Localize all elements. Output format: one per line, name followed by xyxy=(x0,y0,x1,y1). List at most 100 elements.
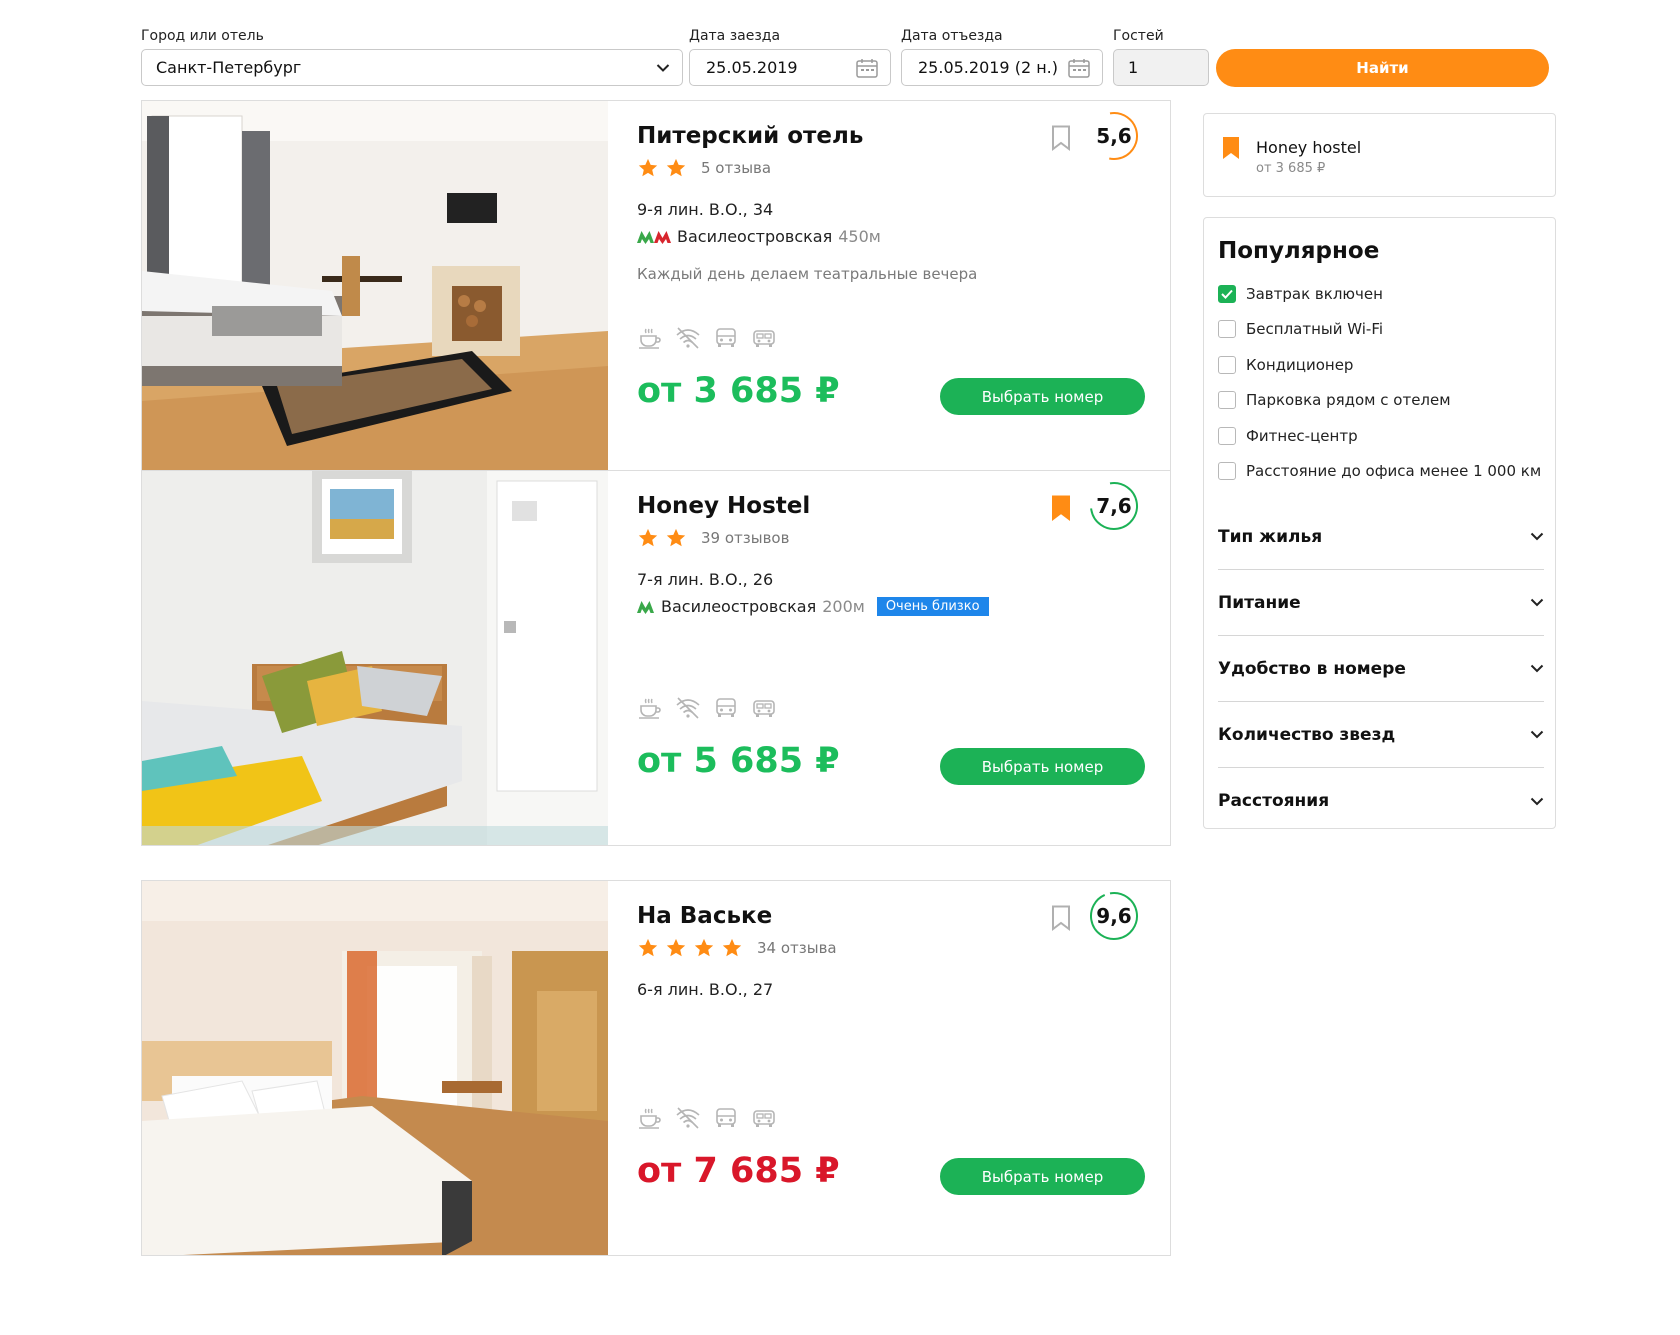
filter-option-label: Бесплатный Wi-Fi xyxy=(1246,320,1384,339)
no-wifi-icon xyxy=(676,697,700,719)
hotel-card[interactable]: Питерский отель 5 отзыва 9-я лин. В.О., … xyxy=(141,100,1171,476)
bookmark-filled-icon[interactable] xyxy=(1051,495,1071,521)
filter-option-distance[interactable]: Расстояние до офиса менее 1 000 км xyxy=(1218,454,1541,490)
car-icon xyxy=(716,698,736,717)
filter-section-room-amenities[interactable]: Удобство в номере xyxy=(1218,636,1544,702)
choose-room-button[interactable]: Выбрать номер xyxy=(940,378,1145,415)
city-select[interactable]: Санкт-Петербург xyxy=(141,49,683,86)
checkbox-checked[interactable] xyxy=(1218,284,1236,303)
hotel-card[interactable]: Honey Hostel 39 отзывов 7-я лин. В.О., 2… xyxy=(141,470,1171,846)
amenities-list xyxy=(637,1105,789,1131)
guests-input[interactable]: 1 xyxy=(1113,49,1209,86)
filter-option-label: Фитнес-центр xyxy=(1246,426,1358,445)
rating-value: 7,6 xyxy=(1096,494,1132,518)
bus-icon xyxy=(753,1110,775,1127)
checkbox[interactable] xyxy=(1218,462,1236,481)
star-rating: 34 отзыва xyxy=(637,937,837,959)
filter-option-label: Парковка рядом с отелем xyxy=(1246,391,1451,410)
choose-room-button[interactable]: Выбрать номер xyxy=(940,748,1145,785)
bus-icon xyxy=(753,330,775,347)
chevron-down-icon xyxy=(656,63,670,72)
filter-option-label: Завтрак включен xyxy=(1246,284,1383,303)
calendar-icon xyxy=(856,58,878,78)
filter-option-breakfast[interactable]: Завтрак включен xyxy=(1218,276,1541,312)
filter-option-label: Кондиционер xyxy=(1246,355,1354,374)
reviews-count[interactable]: 39 отзывов xyxy=(701,529,789,547)
hotel-photo[interactable] xyxy=(142,101,608,475)
metro-distance: 200м xyxy=(822,597,865,616)
rating-value: 5,6 xyxy=(1096,124,1132,148)
metro-info: Василеостровская 200м Очень близко xyxy=(637,597,989,616)
filter-option-parking[interactable]: Парковка рядом с отелем xyxy=(1218,383,1541,419)
city-label: Город или отель xyxy=(141,28,264,44)
hotel-photo[interactable] xyxy=(142,471,608,845)
checkbox[interactable] xyxy=(1218,355,1236,374)
filter-option-ac[interactable]: Кондиционер xyxy=(1218,347,1541,383)
bus-icon xyxy=(753,700,775,717)
metro-icon xyxy=(637,599,655,615)
checkin-value: 25.05.2019 xyxy=(706,58,798,77)
find-button[interactable]: Найти xyxy=(1216,49,1549,87)
hotel-price: от 3 685 ₽ xyxy=(637,371,840,411)
hotel-info: Honey Hostel 39 отзывов 7-я лин. В.О., 2… xyxy=(608,471,1170,845)
coffee-icon xyxy=(639,1108,661,1129)
hotel-address: 6-я лин. В.О., 27 xyxy=(637,980,774,999)
filter-section-housing-type[interactable]: Тип жилья xyxy=(1218,504,1544,570)
rating-value: 9,6 xyxy=(1096,904,1132,928)
reviews-count[interactable]: 34 отзыва xyxy=(757,939,837,957)
hotel-name[interactable]: Honey Hostel xyxy=(637,493,810,519)
hotel-name[interactable]: Питерский отель xyxy=(637,123,863,149)
star-icon xyxy=(722,938,742,957)
filter-option-wifi[interactable]: Бесплатный Wi-Fi xyxy=(1218,312,1541,348)
favorites-panel[interactable]: Honey hostel от 3 685 ₽ xyxy=(1203,113,1556,197)
guests-label: Гостей xyxy=(1113,28,1164,44)
metro-icon xyxy=(637,229,671,245)
hotel-name[interactable]: На Ваське xyxy=(637,903,772,929)
star-rating: 39 отзывов xyxy=(637,527,789,549)
guests-value: 1 xyxy=(1128,58,1139,77)
checkbox[interactable] xyxy=(1218,391,1236,410)
bookmark-icon[interactable] xyxy=(1051,125,1071,151)
star-icon xyxy=(666,528,686,547)
car-icon xyxy=(716,1108,736,1127)
checkout-date-field[interactable]: 25.05.2019 (2 н.) xyxy=(901,49,1103,86)
checkin-label: Дата заезда xyxy=(689,28,781,44)
chevron-down-icon xyxy=(1530,730,1544,739)
distance-badge: Очень близко xyxy=(876,597,989,616)
filter-section-meals[interactable]: Питание xyxy=(1218,570,1544,636)
filter-option-label: Расстояние до офиса менее 1 000 км xyxy=(1246,462,1542,481)
amenities-list xyxy=(637,325,789,351)
chevron-down-icon xyxy=(1530,797,1544,805)
chevron-down-icon xyxy=(1530,598,1544,607)
star-icon xyxy=(638,528,658,547)
filter-section-label: Питание xyxy=(1218,592,1301,613)
hotel-photo[interactable] xyxy=(142,881,608,1255)
checkbox[interactable] xyxy=(1218,426,1236,445)
favorite-hotel-price: от 3 685 ₽ xyxy=(1256,161,1326,176)
checkin-date-field[interactable]: 25.05.2019 xyxy=(689,49,891,86)
filter-section-stars[interactable]: Количество звезд xyxy=(1218,702,1544,768)
search-bar: Город или отель Санкт-Петербург Дата зае… xyxy=(141,28,1549,88)
favorite-hotel-name[interactable]: Honey hostel xyxy=(1256,138,1361,157)
star-rating: 5 отзыва xyxy=(637,157,771,179)
star-icon xyxy=(666,158,686,177)
checkout-label: Дата отъезда xyxy=(901,28,1003,44)
filter-option-fitness[interactable]: Фитнес-центр xyxy=(1218,418,1541,454)
bookmark-icon[interactable] xyxy=(1051,905,1071,931)
car-icon xyxy=(716,328,736,347)
filter-section-distances[interactable]: Расстояния xyxy=(1218,768,1544,834)
star-icon xyxy=(638,158,658,177)
hotel-description: Каждый день делаем театральные вечера xyxy=(637,265,978,283)
hotel-card[interactable]: На Ваське 34 отзыва 6-я лин. В.О., 27 от… xyxy=(141,880,1171,1256)
filters-title: Популярное xyxy=(1218,238,1380,264)
amenities-list xyxy=(637,695,789,721)
choose-room-button[interactable]: Выбрать номер xyxy=(940,1158,1145,1195)
hotel-info: Питерский отель 5 отзыва 9-я лин. В.О., … xyxy=(608,101,1170,475)
chevron-down-icon xyxy=(1530,532,1544,541)
checkout-value: 25.05.2019 (2 н.) xyxy=(918,58,1058,77)
reviews-count[interactable]: 5 отзыва xyxy=(701,159,771,177)
checkbox[interactable] xyxy=(1218,320,1236,339)
hotel-address: 7-я лин. В.О., 26 xyxy=(637,570,774,589)
bookmark-filled-icon xyxy=(1223,137,1239,159)
no-wifi-icon xyxy=(676,1107,700,1129)
